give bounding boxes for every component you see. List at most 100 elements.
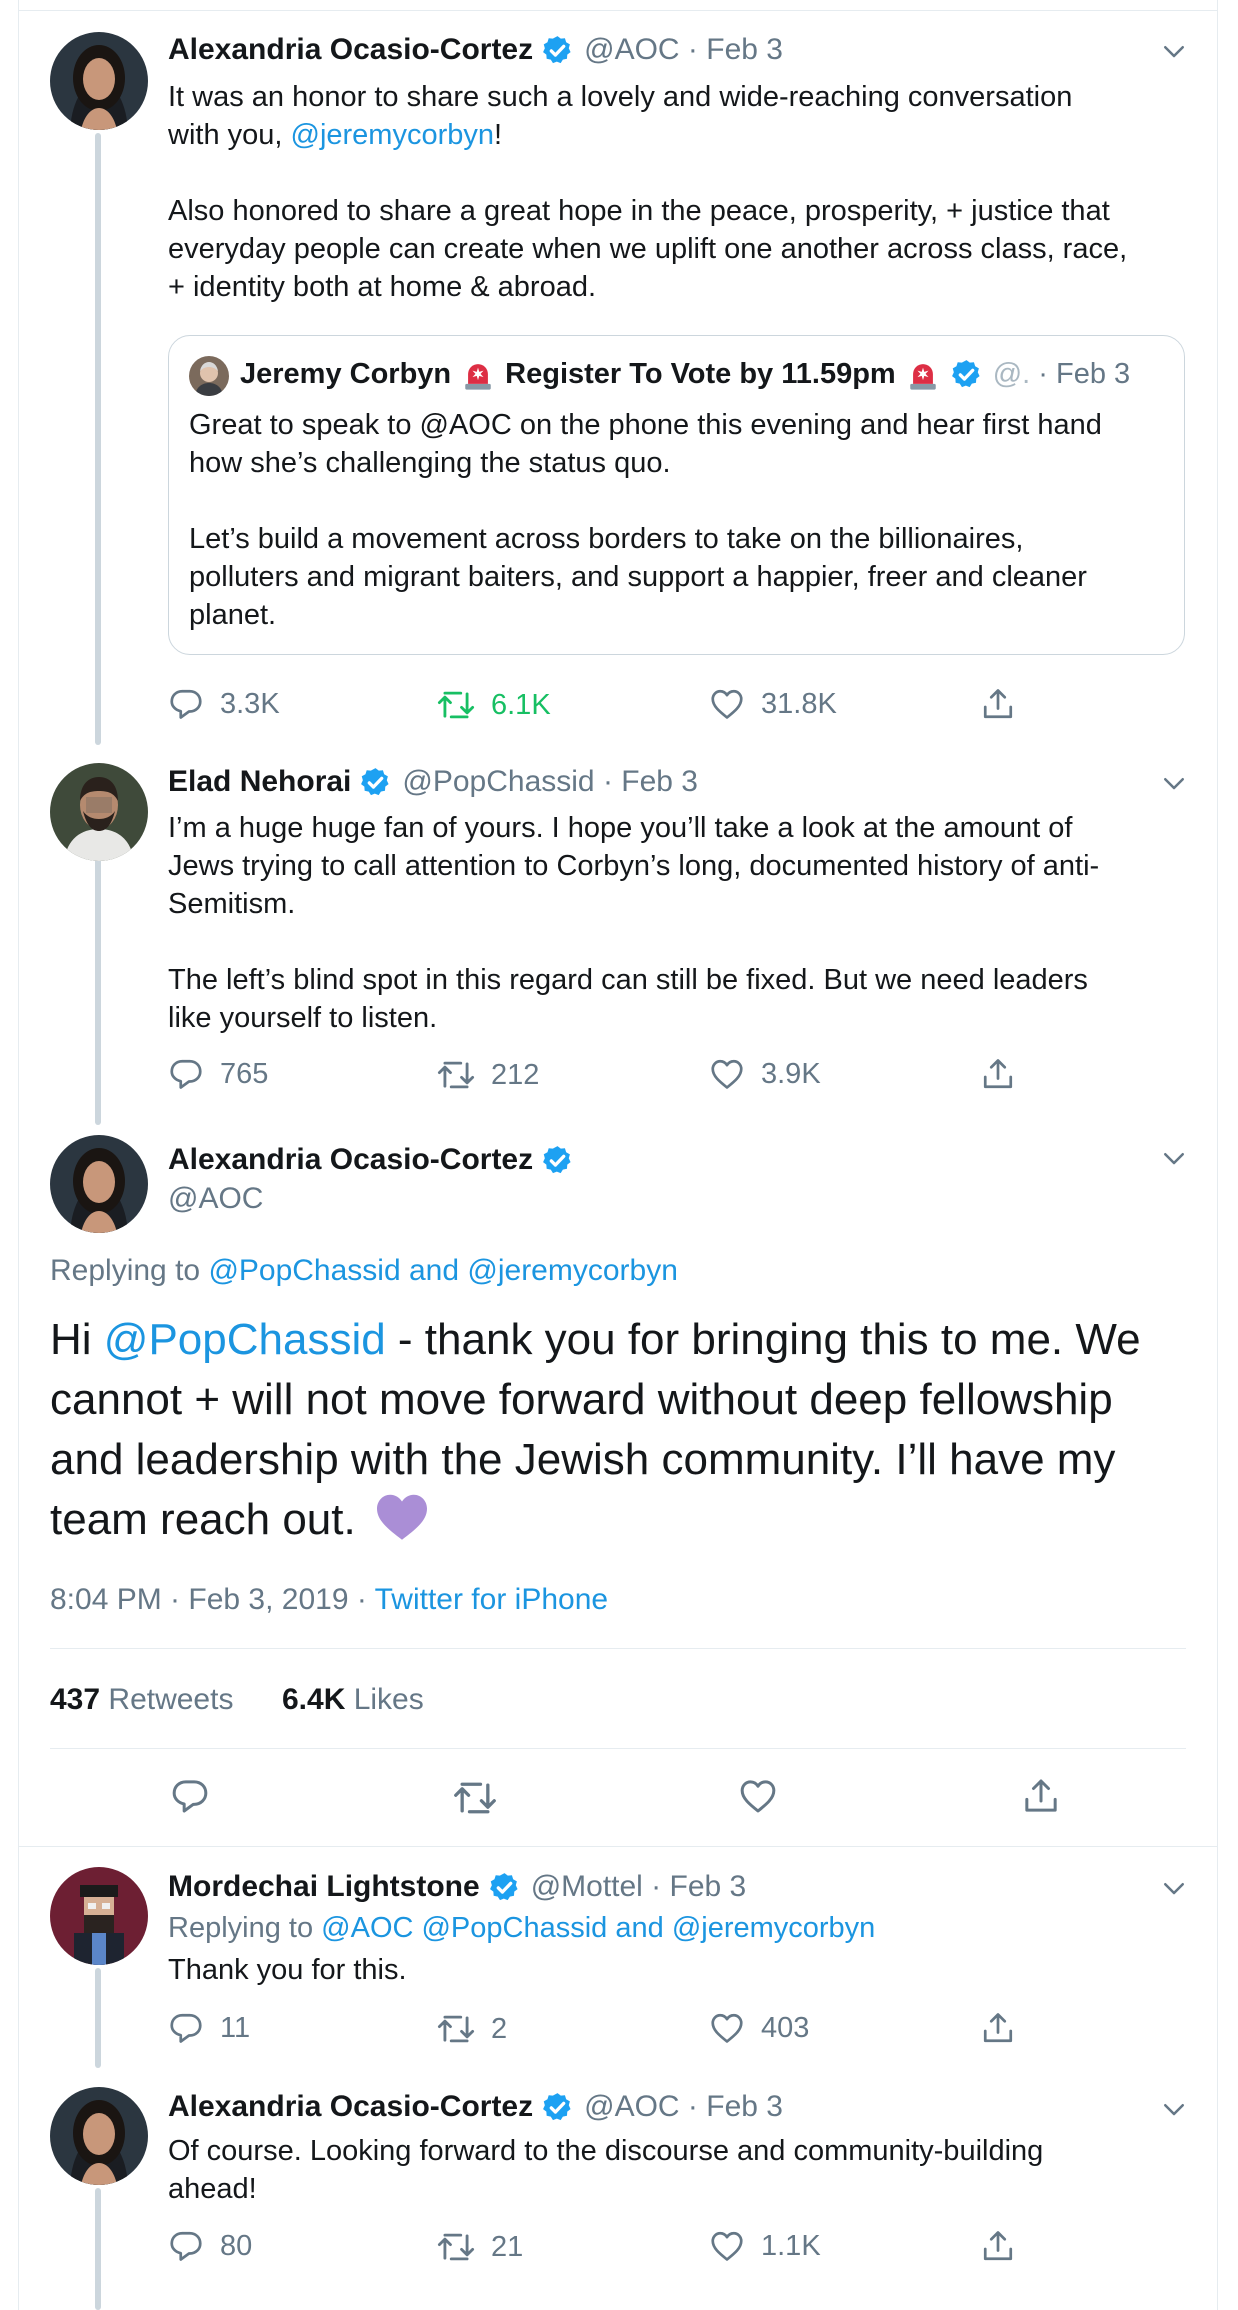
source-link[interactable]: Twitter for iPhone [375, 1583, 608, 1616]
retweet-count: 212 [491, 1058, 540, 1091]
chevron-down-icon[interactable] [1159, 36, 1189, 66]
tweet-header: Alexandria Ocasio-Cortez @AOC · Feb 3 [168, 33, 783, 67]
like-action[interactable]: 1.1K [709, 2228, 821, 2264]
replying-and[interactable]: and [607, 1912, 672, 1944]
likes-stat[interactable]: 6.4K Likes [282, 1683, 424, 1717]
tweet-date[interactable]: Feb 3 [621, 765, 698, 799]
tweet-text: Of course. Looking forward to the discou… [168, 2132, 1198, 2208]
like-icon [709, 2228, 745, 2264]
retweet-action[interactable] [453, 1776, 513, 1820]
top-divider [19, 10, 1217, 11]
display-name[interactable]: Elad Nehorai [168, 765, 351, 799]
separator-dot: · [679, 2090, 707, 2123]
avatar[interactable] [50, 763, 148, 861]
like-count: 3.9K [761, 1057, 821, 1090]
tweet-date[interactable]: Feb 3 [670, 1870, 747, 1904]
reply-action[interactable]: 80 [168, 2228, 252, 2264]
chevron-down-icon[interactable] [1159, 1873, 1189, 1903]
quote-display-name[interactable]: Jeremy Corbyn [240, 358, 451, 391]
thread-line [95, 2188, 101, 2310]
like-icon [738, 1776, 778, 1816]
quote-handle[interactable]: @. [993, 358, 1031, 391]
replying-to: Replying to @PopChassid and @jeremycorby… [50, 1254, 678, 1288]
handle[interactable]: @AOC [168, 1182, 263, 1216]
reply-count: 3.3K [220, 687, 280, 720]
main-text-line: cannot + will not move forward without d… [50, 1375, 1113, 1424]
reply-icon [168, 2228, 204, 2264]
handle[interactable]: @AOC [584, 2090, 679, 2124]
replying-to: Replying to @AOC @PopChassid and @jeremy… [168, 1912, 875, 1945]
main-text-line: and leadership with the Jewish community… [50, 1435, 1116, 1484]
retweet-action[interactable]: 6.1K [437, 686, 551, 724]
retweet-count: 2 [491, 2012, 508, 2045]
verified-badge-icon [541, 1144, 574, 1177]
display-name[interactable]: Alexandria Ocasio-Cortez [168, 1143, 533, 1177]
handle[interactable]: @PopChassid [402, 765, 594, 799]
tweet-line: everyday people can create when we uplif… [168, 233, 1128, 265]
mention-link[interactable]: @jeremycorbyn [672, 1912, 876, 1944]
display-name[interactable]: Mordechai Lightstone [168, 1870, 480, 1904]
avatar[interactable] [50, 2087, 148, 2185]
replying-and[interactable]: and [401, 1254, 468, 1287]
share-action[interactable] [1021, 1776, 1077, 1816]
quote-header: Jeremy Corbyn Register To Vote by 11.59p… [240, 357, 1130, 391]
like-action[interactable]: 3.9K [709, 1056, 821, 1092]
retweet-icon [437, 686, 475, 724]
like-icon [709, 686, 745, 722]
like-action[interactable] [738, 1776, 794, 1816]
handle[interactable]: @Mottel [531, 1870, 643, 1904]
chevron-down-icon[interactable] [1159, 2094, 1189, 2124]
retweet-action[interactable]: 212 [437, 1056, 539, 1094]
tweet-date[interactable]: Feb 3 [706, 2090, 783, 2124]
chevron-down-icon[interactable] [1159, 1143, 1189, 1173]
tweet-line: + identity both at home & abroad. [168, 271, 597, 303]
text-segment: with you, [168, 119, 291, 151]
retweet-action[interactable]: 2 [437, 2010, 507, 2048]
quote-line: Let’s build a movement across borders to… [189, 523, 1024, 555]
reply-action[interactable]: 765 [168, 1056, 268, 1092]
reply-count: 765 [220, 1057, 269, 1090]
share-action[interactable] [980, 2228, 1032, 2264]
share-icon [980, 2228, 1016, 2264]
timestamp-text[interactable]: 8:04 PM · Feb 3, 2019 · [50, 1583, 375, 1616]
reply-action[interactable]: 11 [168, 2010, 250, 2046]
like-action[interactable]: 31.8K [709, 686, 837, 722]
mention-link[interactable]: @jeremycorbyn [291, 119, 495, 151]
share-action[interactable] [980, 1056, 1032, 1092]
main-text-line: Hi @PopChassid - thank you for bringing … [50, 1310, 1200, 1370]
share-action[interactable] [980, 686, 1032, 722]
reply-action[interactable]: 3.3K [168, 686, 280, 722]
retweet-icon [437, 1056, 475, 1094]
display-name[interactable]: Alexandria Ocasio-Cortez [168, 2090, 533, 2124]
verified-badge-icon [950, 358, 983, 391]
share-action[interactable] [980, 2010, 1032, 2046]
avatar[interactable] [50, 32, 148, 130]
tweet-header: Alexandria Ocasio-Cortez @AOC · Feb 3 [168, 2090, 783, 2124]
siren-emoji-icon [461, 357, 495, 391]
avatar[interactable] [50, 1867, 148, 1965]
retweet-icon [453, 1776, 497, 1820]
reply-action[interactable] [170, 1776, 226, 1816]
mention-link[interactable]: @jeremycorbyn [467, 1254, 678, 1287]
tweet-line: It was an honor to share such a lovely a… [168, 81, 1073, 113]
retweet-count: 21 [491, 2230, 524, 2263]
mention-link[interactable]: @PopChassid [208, 1254, 400, 1287]
reply-icon [168, 2010, 204, 2046]
divider [50, 1748, 1186, 1749]
verified-badge-icon [488, 1871, 521, 1904]
like-action[interactable]: 403 [709, 2010, 809, 2046]
display-name[interactable]: Alexandria Ocasio-Cortez [168, 33, 533, 67]
mention-link[interactable]: @PopChassid [104, 1315, 386, 1364]
avatar[interactable] [50, 1135, 148, 1233]
thread-line [95, 1968, 101, 2068]
like-count: 31.8K [761, 687, 837, 720]
text-segment: ! [494, 119, 503, 151]
handle[interactable]: @AOC [584, 33, 679, 67]
tweet-date[interactable]: Feb 3 [706, 33, 783, 67]
share-icon [980, 2010, 1016, 2046]
retweets-stat[interactable]: 437 Retweets [50, 1683, 233, 1717]
retweet-action[interactable]: 21 [437, 2228, 523, 2266]
reply-icon [168, 686, 204, 722]
mention-link[interactable]: @AOC @PopChassid [321, 1912, 607, 1944]
chevron-down-icon[interactable] [1159, 768, 1189, 798]
